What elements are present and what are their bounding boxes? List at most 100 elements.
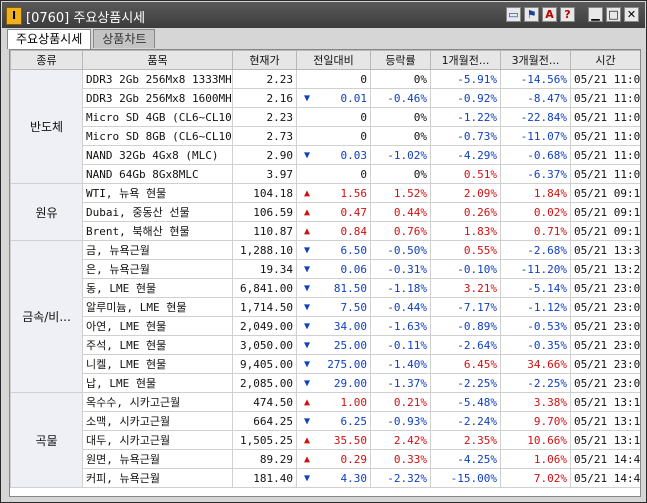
table-row[interactable]: 원면, 뉴욕근월 89.29 ▲ 0.29 0.33% -4.25% 1.06% 05/21 … [11, 449, 640, 469]
current-price: 3,050.00 [232, 335, 297, 355]
three-month-change: 1.84% [500, 183, 571, 203]
update-time: 05/21 23:00 [570, 373, 640, 393]
table-row[interactable]: NAND 32Gb 4Gx8 (MLC) 2.90 ▼ 0.03 -1.02% -4.29… [11, 145, 640, 165]
update-time: 05/21 13:30 [570, 240, 640, 260]
column-header-4[interactable]: 등락률 [370, 50, 431, 70]
table-row[interactable]: NAND 64Gb 8Gx8MLC 3.97 0 0% 0.51% -6.37% 05/21… [11, 164, 640, 184]
table-row[interactable]: 소맥, 시카고근월 664.25 ▼ 6.25 -0.93% -2.24% 9.70% 05/… [11, 411, 640, 431]
change-cell: ▲ 0.84 [296, 221, 371, 241]
three-month-change: 10.66% [500, 430, 571, 450]
font-icon[interactable]: A [542, 7, 557, 22]
change-rate: -1.18% [370, 278, 431, 298]
change-rate: 0% [370, 69, 431, 89]
current-price: 664.25 [232, 411, 297, 431]
update-time: 05/21 09:19 [570, 221, 640, 241]
title-bar[interactable]: I [0760] 주요상품시세 ▭ ⚑ A? ▁ □ ✕ [2, 2, 645, 28]
three-month-change: -0.68% [500, 145, 571, 165]
one-month-change: -1.22% [430, 107, 501, 127]
table-row[interactable]: 납, LME 현물 2,085.00 ▼ 29.00 -1.37% -2.25% -2.25… [11, 373, 640, 393]
maximize-icon[interactable]: □ [606, 7, 621, 22]
table-row[interactable]: 곡물 옥수수, 시카고근월 474.50 ▲ 1.00 0.21% -5.48% 3.38% 0… [10, 392, 640, 488]
change-value: 275.00 [327, 357, 367, 371]
current-price: 181.40 [232, 468, 297, 488]
column-header-3[interactable]: 전일대비 [296, 50, 371, 70]
current-price: 1,288.10 [232, 240, 297, 260]
change-cell: ▼ 25.00 [296, 335, 371, 355]
table-row[interactable]: Brent, 북해산 현물 110.87 ▲ 0.84 0.76% 1.83% 0.71% 0… [11, 221, 640, 241]
one-month-change: 0.55% [430, 240, 501, 260]
table-row[interactable]: 커피, 뉴욕근월 181.40 ▼ 4.30 -2.32% -15.00% 7.02% 05/… [11, 468, 640, 488]
table-row[interactable]: 대두, 시카고근월 1,505.25 ▲ 35.50 2.42% 2.35% 10.66% 0… [11, 430, 640, 450]
table-row[interactable]: 주석, LME 현물 3,050.00 ▼ 25.00 -0.11% -2.64% -0.3… [11, 335, 640, 355]
column-header-5[interactable]: 1개월전... [430, 50, 501, 70]
up-arrow-icon: ▲ [303, 453, 310, 465]
table-row[interactable]: 니켈, LME 현물 9,405.00 ▼ 275.00 -1.40% 6.45% 34.6… [11, 354, 640, 374]
item-name: 동, LME 현물 [82, 278, 233, 298]
column-header-6[interactable]: 3개월전... [500, 50, 571, 70]
category-cell: 반도체 [10, 69, 83, 184]
help-icon[interactable]: ? [560, 7, 575, 22]
change-rate: -1.63% [370, 316, 431, 336]
price-table: 종류 품목 현재가 전일대비 등락률 1개월전... 3개월전... 시간 반도체 DDR3 2… [10, 50, 640, 488]
item-name: 납, LME 현물 [82, 373, 233, 393]
item-name: 원면, 뉴욕근월 [82, 449, 233, 469]
one-month-change: 0.51% [430, 164, 501, 184]
change-rate: 0% [370, 126, 431, 146]
tab-1[interactable]: 상품차트 [93, 29, 156, 48]
change-value: 0 [360, 167, 367, 181]
down-arrow-icon: ▼ [303, 377, 310, 389]
change-value: 1.56 [340, 186, 368, 200]
three-month-change: 7.02% [500, 468, 571, 488]
update-time: 05/21 11:00 [570, 107, 640, 127]
current-price: 2.73 [232, 126, 297, 146]
change-rate: 0.21% [370, 392, 431, 412]
column-header-0[interactable]: 종류 [10, 50, 83, 70]
down-arrow-icon: ▼ [303, 472, 310, 484]
update-time: 05/21 23:00 [570, 297, 640, 317]
one-month-change: -7.17% [430, 297, 501, 317]
table-row[interactable]: 동, LME 현물 6,841.00 ▼ 81.50 -1.18% 3.21% -5.14%… [11, 278, 640, 298]
change-value: 25.00 [333, 338, 367, 352]
current-price: 110.87 [232, 221, 297, 241]
one-month-change: 2.09% [430, 183, 501, 203]
one-month-change: -2.24% [430, 411, 501, 431]
column-header-2[interactable]: 현재가 [232, 50, 297, 70]
table-row[interactable]: 은, 뉴욕근월 19.34 ▼ 0.06 -0.31% -0.10% -11.20% 05/2… [11, 259, 640, 279]
table-row[interactable]: 아연, LME 현물 2,049.00 ▼ 34.00 -1.63% -0.89% -0.5… [11, 316, 640, 336]
change-value: 0.01 [340, 91, 368, 105]
current-price: 2.23 [232, 69, 297, 89]
table-row[interactable]: DDR3 2Gb 256Mx8 1600MHz 2.16 ▼ 0.01 -0.46% -0… [11, 88, 640, 108]
table-row[interactable]: Dubai, 중동산 선물 106.59 ▲ 0.47 0.44% 0.26% 0.02% 0… [11, 202, 640, 222]
current-price: 474.50 [232, 392, 297, 412]
down-arrow-icon: ▼ [303, 301, 310, 313]
three-month-change: -1.12% [500, 297, 571, 317]
close-icon[interactable]: ✕ [624, 7, 639, 22]
change-value: 0.47 [340, 205, 368, 219]
change-value: 0.06 [340, 262, 368, 276]
minimize-icon[interactable]: ▁ [588, 7, 603, 22]
price-grid[interactable]: 종류 품목 현재가 전일대비 등락률 1개월전... 3개월전... 시간 반도체 DDR3 2… [9, 49, 641, 497]
update-time: 05/21 11:00 [570, 145, 640, 165]
table-row[interactable]: 원유 WTI, 뉴욕 현물 104.18 ▲ 1.56 1.52% 2.09% 1.84% 05… [10, 183, 640, 241]
pin-icon[interactable]: ⚑ [524, 7, 539, 22]
table-row[interactable]: Micro SD 8GB (CL6~CL10) 2.73 0 0% -0.73% -11.… [11, 126, 640, 146]
table-row[interactable]: 금속/비... 금, 뉴욕근월 1,288.10 ▼ 6.50 -0.50% 0.55% -2… [10, 240, 640, 393]
three-month-change: 1.06% [500, 449, 571, 469]
table-row[interactable]: 반도체 DDR3 2Gb 256Mx8 1333MHz 2.23 0 0% -5.91% -… [10, 69, 640, 184]
item-name: 니켈, LME 현물 [82, 354, 233, 374]
table-row[interactable]: Micro SD 4GB (CL6~CL10) 2.23 0 0% -1.22% -22.… [11, 107, 640, 127]
change-cell: ▼ 81.50 [296, 278, 371, 298]
column-header-1[interactable]: 품목 [82, 50, 233, 70]
table-row[interactable]: 알루미늄, LME 현물 1,714.50 ▼ 7.50 -0.44% -7.17% -1.… [11, 297, 640, 317]
change-cell: ▼ 0.01 [296, 88, 371, 108]
three-month-change: 34.66% [500, 354, 571, 374]
update-time: 05/21 23:00 [570, 278, 640, 298]
change-cell: 0 [296, 69, 371, 89]
current-price: 1,505.25 [232, 430, 297, 450]
column-header-7[interactable]: 시간 [570, 50, 640, 70]
change-cell: ▲ 0.47 [296, 202, 371, 222]
window-layout-icon[interactable]: ▭ [506, 7, 521, 22]
one-month-change: -5.91% [430, 69, 501, 89]
down-arrow-icon: ▼ [303, 282, 310, 294]
tab-0[interactable]: 주요상품시세 [7, 29, 92, 49]
